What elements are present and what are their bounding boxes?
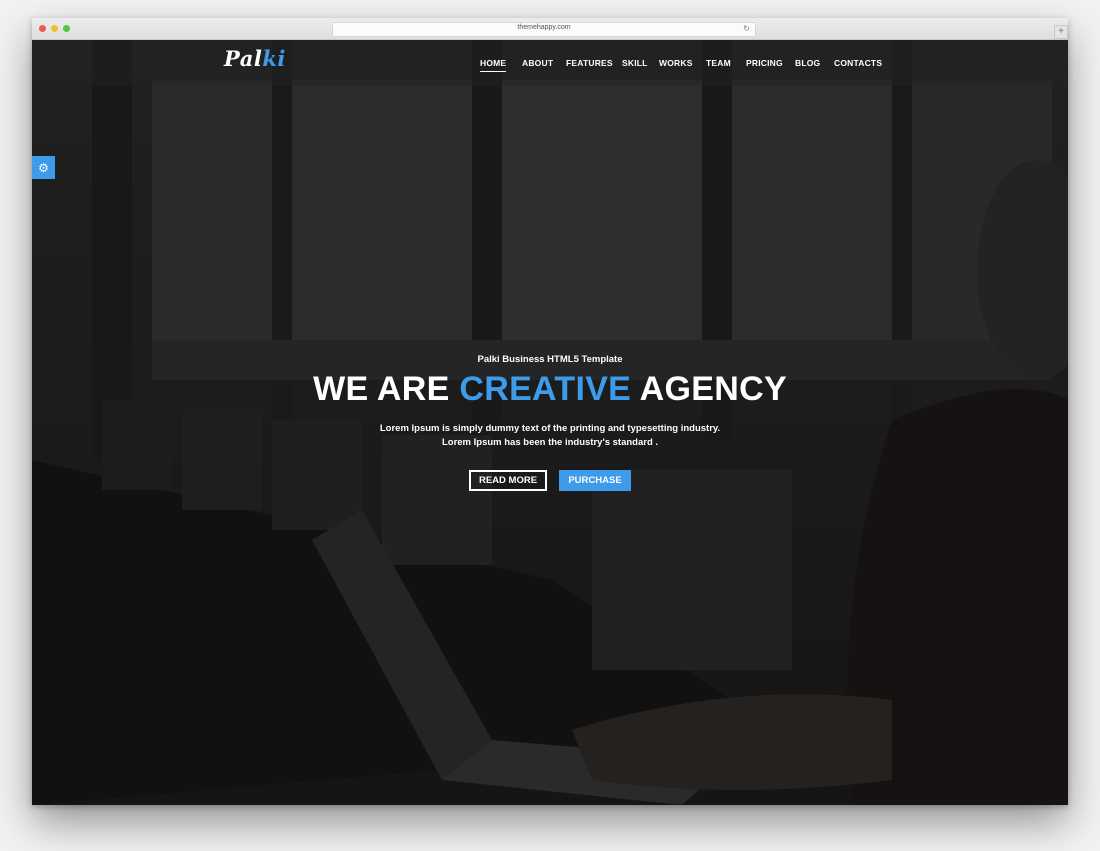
nav-pricing[interactable]: PRICING	[746, 58, 783, 68]
headline-accent: CREATIVE	[459, 370, 632, 408]
url-text: themehappy.com	[517, 24, 571, 31]
hero-eyebrow: Palki Business HTML5 Template	[477, 354, 623, 365]
hero-section: Palki HOME ABOUT FEATURES SKILL WORKS TE…	[32, 40, 1068, 805]
nav-works[interactable]: WORKS	[659, 58, 693, 68]
site-navbar: Palki HOME ABOUT FEATURES SKILL WORKS TE…	[32, 40, 1068, 86]
purchase-button[interactable]: PURCHASE	[559, 470, 631, 491]
nav-team[interactable]: TEAM	[706, 58, 731, 68]
nav-home[interactable]: HOME	[480, 58, 507, 72]
nav-features[interactable]: FEATURES	[566, 58, 613, 68]
hero-headline: WE ARE CREATIVE AGENCY	[313, 370, 787, 408]
browser-titlebar: themehappy.com ↻ +	[32, 18, 1068, 40]
settings-button[interactable]: ⚙	[32, 156, 55, 179]
minimize-window-button[interactable]	[51, 25, 58, 32]
site-logo[interactable]: Palki	[224, 46, 286, 71]
close-window-button[interactable]	[39, 25, 46, 32]
new-tab-button[interactable]: +	[1054, 25, 1068, 39]
maximize-window-button[interactable]	[63, 25, 70, 32]
nav-blog[interactable]: BLOG	[795, 58, 820, 68]
reload-icon[interactable]: ↻	[743, 24, 750, 34]
hero-description: Lorem Ipsum is simply dummy text of the …	[379, 423, 721, 448]
nav-contacts[interactable]: CONTACTS	[834, 58, 882, 68]
address-bar[interactable]: themehappy.com ↻	[332, 22, 756, 37]
read-more-button[interactable]: READ MORE	[469, 470, 547, 491]
nav-skill[interactable]: SKILL	[622, 58, 648, 68]
browser-window: themehappy.com ↻ + Palki HOME ABOUT FEAT…	[32, 18, 1068, 805]
nav-about[interactable]: ABOUT	[522, 58, 553, 68]
gear-icon: ⚙	[38, 160, 49, 175]
